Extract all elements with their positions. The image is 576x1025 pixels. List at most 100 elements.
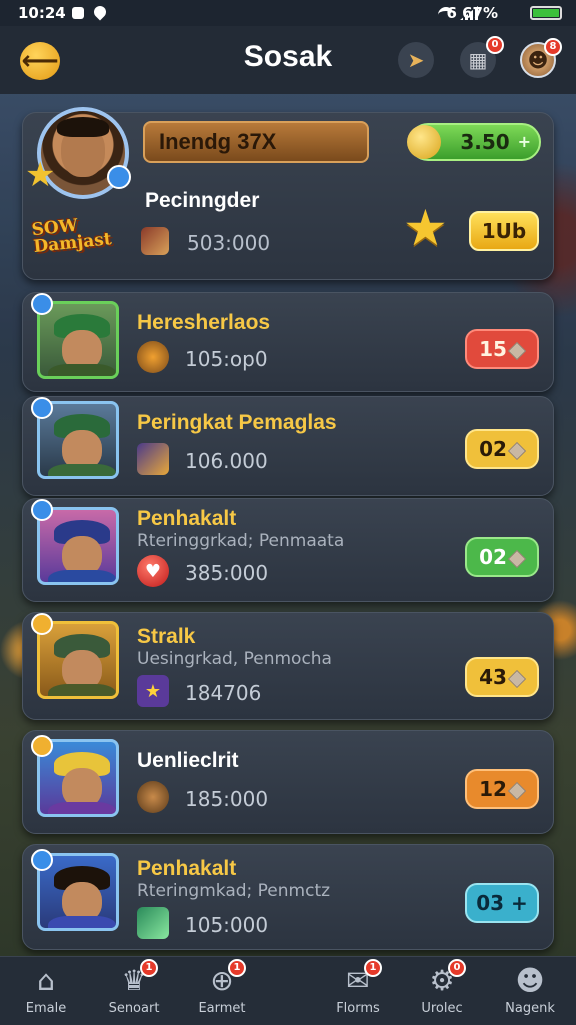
status-time: 10:24 (18, 4, 66, 22)
megaphone-icon[interactable]: ➤ (398, 42, 434, 78)
corner-badge-icon (31, 613, 53, 635)
crosshair-icon: ⊕ 1 (204, 959, 246, 997)
chat-icon: ✉ 1 (340, 959, 382, 997)
star-icon: ★ (25, 155, 56, 195)
character-portrait (37, 301, 119, 379)
level-badge-icon (107, 165, 131, 189)
rank-value: 03 (476, 891, 505, 915)
home-icon: ⌂ (37, 963, 55, 997)
corner-badge-icon (31, 293, 53, 315)
coin-icon (407, 125, 441, 159)
cube-icon (507, 669, 526, 688)
nav-item-earn[interactable]: ⊕ 1 Earmet (182, 959, 262, 1023)
rank-pill[interactable]: 12 (465, 769, 539, 809)
corner-badge-icon (31, 849, 53, 871)
notification-badge: 1 (364, 959, 382, 977)
row-score: 106.000 (185, 449, 268, 473)
row-subtitle: Rteringgrkad; Penmaata (137, 531, 345, 551)
row-score: 185:000 (185, 787, 269, 811)
rank-label: Inendg 37X (143, 121, 369, 163)
notification-badge: 8 (544, 38, 562, 56)
profile-avatar-button[interactable]: ☻ 8 (520, 38, 562, 78)
game-logo: SOW Damjast (30, 215, 113, 258)
notification-badge: 0 (486, 36, 504, 54)
bottom-nav: ⌂ Emale ♛ 1 Senoart ⊕ 1 Earmet ✉ 1 Florm… (0, 956, 576, 1025)
star-icon: ★ (137, 675, 169, 707)
row-subtitle: Rteringmkad; Penmctz (137, 881, 331, 901)
corner-badge-icon (31, 397, 53, 419)
star-icon: ★ (403, 199, 448, 257)
rank-value: 02 (479, 437, 507, 461)
rank-value: 43 (479, 665, 507, 689)
heart-icon: ♥ (137, 555, 169, 587)
rank-value: 12 (479, 777, 507, 801)
gems-value: 3.50 (460, 130, 510, 154)
battery-icon (530, 6, 562, 20)
status-bar: 10:24 6 67% (0, 0, 576, 26)
row-name: Penhakalt (137, 507, 237, 530)
sword-icon (137, 907, 169, 939)
notification-badge: 1 (140, 959, 158, 977)
row-score: 184706 (185, 681, 262, 705)
rank-pill[interactable]: 03 + (465, 883, 539, 923)
rank-pill[interactable]: 15 (465, 329, 539, 369)
nav-label: Nagenk (505, 1001, 555, 1016)
app-header: ⟵ Sosak ➤ ▦ 0 ☻ 8 (0, 26, 576, 94)
nav-label: Senoart (108, 1001, 160, 1016)
rank-pill[interactable]: 02 (465, 537, 539, 577)
player-summary-card: ★ SOW Damjast Inendg 37X 3.50 + Pecinngd… (22, 107, 554, 280)
nav-item-profile[interactable]: ☻ Nagenk (490, 963, 570, 1023)
row-score: 385:000 (185, 561, 269, 585)
list-item[interactable]: Peringkat Pemaglas 106.000 02 (22, 396, 554, 496)
list-item[interactable]: Heresherlaos 105:op0 15 (22, 292, 554, 392)
nav-item-home[interactable]: ⌂ Emale (6, 963, 86, 1023)
plus-icon: + (511, 891, 528, 915)
location-icon (91, 3, 109, 21)
nav-label: Florms (336, 1001, 380, 1016)
player-name: Pecinngder (145, 189, 260, 212)
row-subtitle: Uesingrkad, Penmocha (137, 649, 332, 669)
rank-pill[interactable]: 02 (465, 429, 539, 469)
list-item[interactable]: Penhakalt Rteringmkad; Penmctz 105:000 0… (22, 844, 554, 950)
gems-counter[interactable]: 3.50 + (407, 123, 541, 161)
cube-icon (507, 781, 526, 800)
level-button[interactable]: 1Ub (469, 211, 539, 251)
card-icon (141, 227, 169, 255)
row-score: 105:op0 (185, 347, 268, 371)
character-icon (137, 443, 169, 475)
notification-icon (72, 7, 84, 19)
row-name: Penhakalt (137, 857, 237, 880)
nav-label: Earmet (198, 1001, 246, 1016)
row-name: Uenlieclrit (137, 749, 239, 772)
nav-item-settings[interactable]: ⚙ 0 Urolec (402, 959, 482, 1023)
nav-label: Emale (25, 1001, 67, 1016)
corner-badge-icon (31, 735, 53, 757)
character-portrait (37, 621, 119, 699)
corner-badge-icon (31, 499, 53, 521)
cube-icon (507, 341, 526, 360)
row-name: Heresherlaos (137, 311, 271, 334)
nav-item-forms[interactable]: ✉ 1 Florms (318, 959, 398, 1023)
bookmark-icon[interactable]: ▦ 0 (460, 36, 504, 78)
player-score: 503:000 (187, 231, 271, 255)
rank-value: 15 (479, 337, 507, 361)
puzzle-icon: ♛ 1 (116, 959, 158, 997)
gear-icon: ⚙ 0 (424, 959, 466, 997)
row-name: Peringkat Pemaglas (137, 411, 337, 434)
rank-pill[interactable]: 43 (465, 657, 539, 697)
list-item[interactable]: Uenlieclrit 185:000 12 (22, 730, 554, 834)
character-portrait (37, 507, 119, 585)
person-icon: ☻ (515, 963, 545, 997)
nav-label: Urolec (421, 1001, 463, 1016)
add-icon: + (517, 132, 531, 151)
nav-item-search[interactable]: ♛ 1 Senoart (94, 959, 174, 1023)
list-item[interactable]: Stralk Uesingrkad, Penmocha ★ 184706 43 (22, 612, 554, 720)
compass-icon (137, 341, 169, 373)
cube-icon (507, 441, 526, 460)
battery-text: 6 67% (446, 4, 498, 22)
notification-badge: 1 (228, 959, 246, 977)
notification-badge: 0 (448, 959, 466, 977)
rank-value: 02 (479, 545, 507, 569)
row-score: 105:000 (185, 913, 269, 937)
list-item[interactable]: Penhakalt Rteringgrkad; Penmaata ♥ 385:0… (22, 498, 554, 602)
